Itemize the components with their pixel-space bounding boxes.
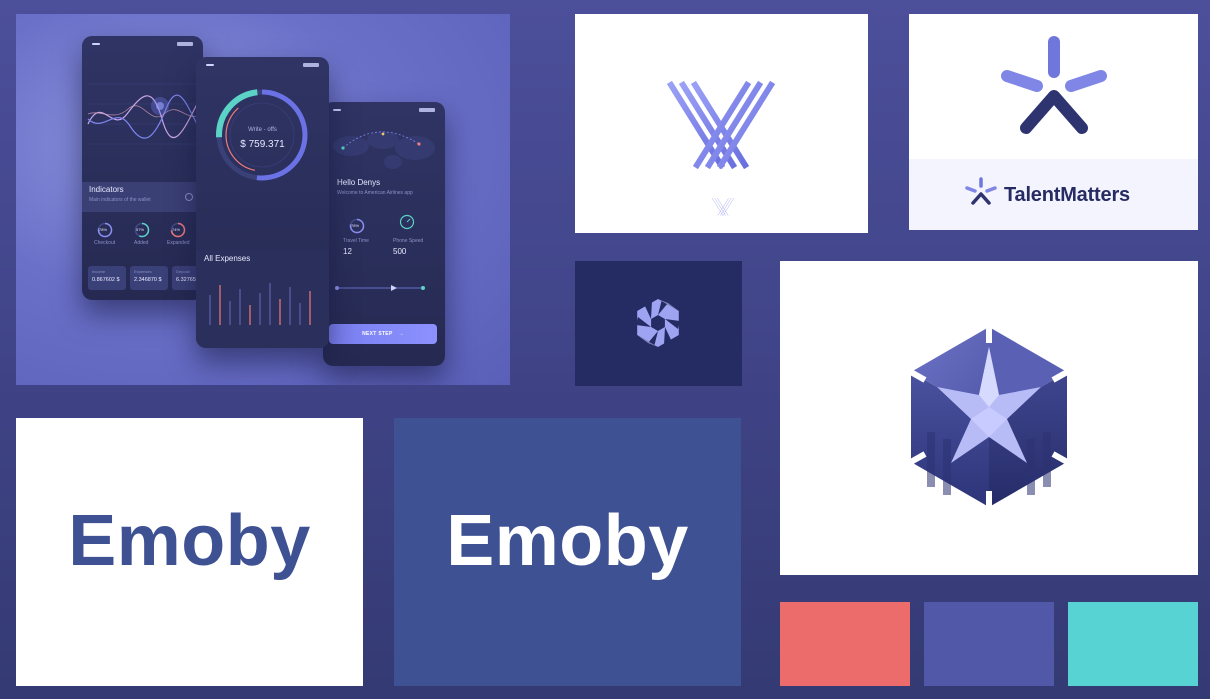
wave-chart (87, 83, 198, 145)
expenses-title: All Expenses (204, 254, 251, 263)
stat-card-key: Income (92, 269, 106, 274)
next-step-label: NEXT STEP (362, 331, 393, 337)
expenses-bars (209, 283, 311, 325)
stat-card-key: Deposit (176, 269, 190, 274)
greeting-subtitle: Welcome to American Airlines app (337, 190, 413, 196)
hex-cube-logo-tile (780, 261, 1198, 575)
metric-travel-label: Travel Time (343, 238, 369, 244)
arrow-right-icon: → (398, 331, 404, 337)
aperture-icon (636, 299, 680, 347)
emoby-light-tile: Emoby (16, 418, 363, 686)
metric-travel-value: 12 (343, 247, 352, 256)
phone-expenses: Write - offs $ 759.371 All Expenses (196, 57, 329, 348)
stat-card-value: 6.32765 (176, 277, 196, 283)
gauge-checkout-value: 78% (99, 227, 108, 232)
route-line (335, 285, 425, 291)
status-bar (92, 41, 193, 47)
gauge-phone-speed (399, 214, 415, 230)
phone-travel: Hello Denys Welcome to American Airlines… (323, 102, 445, 366)
gauge-expanded-label: Expanded (167, 240, 190, 246)
stat-card-key: Expenses (134, 269, 152, 274)
x-logo-tile (575, 14, 868, 233)
stat-card-value: 0.867602 $ (92, 277, 120, 283)
talentmatters-small-star-icon (965, 177, 997, 205)
hex-cube-star-icon (907, 325, 1071, 509)
indicators-subtitle: Main indicators of the wallet (89, 197, 151, 203)
world-map-graphic (333, 131, 435, 169)
gauge-expanded-value: 74% (172, 227, 181, 232)
indicators-title: Indicators (89, 185, 124, 194)
talentmatters-wordmark: TalentMatters (1004, 184, 1130, 206)
gauge-added-value: 57% (136, 227, 145, 232)
x-monogram-icon (666, 80, 776, 216)
metric-speed-value: 500 (393, 247, 407, 256)
donut-caption: Write - offs (248, 127, 277, 133)
talentmatters-logo-tile: TalentMatters (909, 14, 1198, 230)
emoby-dark-tile: Emoby (394, 418, 741, 686)
metric-speed-label: Phone Speed (393, 238, 424, 244)
stat-card-value: 2.346870 $ (134, 277, 162, 283)
greeting-title: Hello Denys (337, 178, 381, 187)
color-swatch-coral (780, 602, 910, 686)
aperture-logo-tile (575, 261, 742, 386)
app-mockup-image: Indicators Main indicators of the wallet… (16, 14, 510, 385)
gauge-added-label: Added (134, 240, 149, 246)
gauge-travel-time-value: 78% (351, 223, 360, 228)
status-bar (333, 107, 435, 113)
phone-indicators: Indicators Main indicators of the wallet… (82, 36, 203, 300)
stat-card-income[interactable]: Income 0.867602 $ (88, 266, 126, 290)
emoby-wordmark-light: Emoby (68, 501, 311, 581)
stat-card-expenses[interactable]: Expenses 2.346870 $ (130, 266, 168, 290)
color-swatch-indigo (924, 602, 1054, 686)
next-step-button[interactable]: NEXT STEP → (329, 324, 437, 344)
color-swatch-teal (1068, 602, 1198, 686)
talentmatters-star-icon (1001, 36, 1107, 134)
gauge-checkout-label: Checkout (94, 240, 116, 246)
donut-chart (216, 89, 308, 181)
info-icon[interactable] (185, 193, 193, 201)
status-bar (206, 62, 319, 68)
emoby-wordmark-dark: Emoby (446, 501, 689, 581)
donut-amount: $ 759.371 (240, 139, 285, 150)
